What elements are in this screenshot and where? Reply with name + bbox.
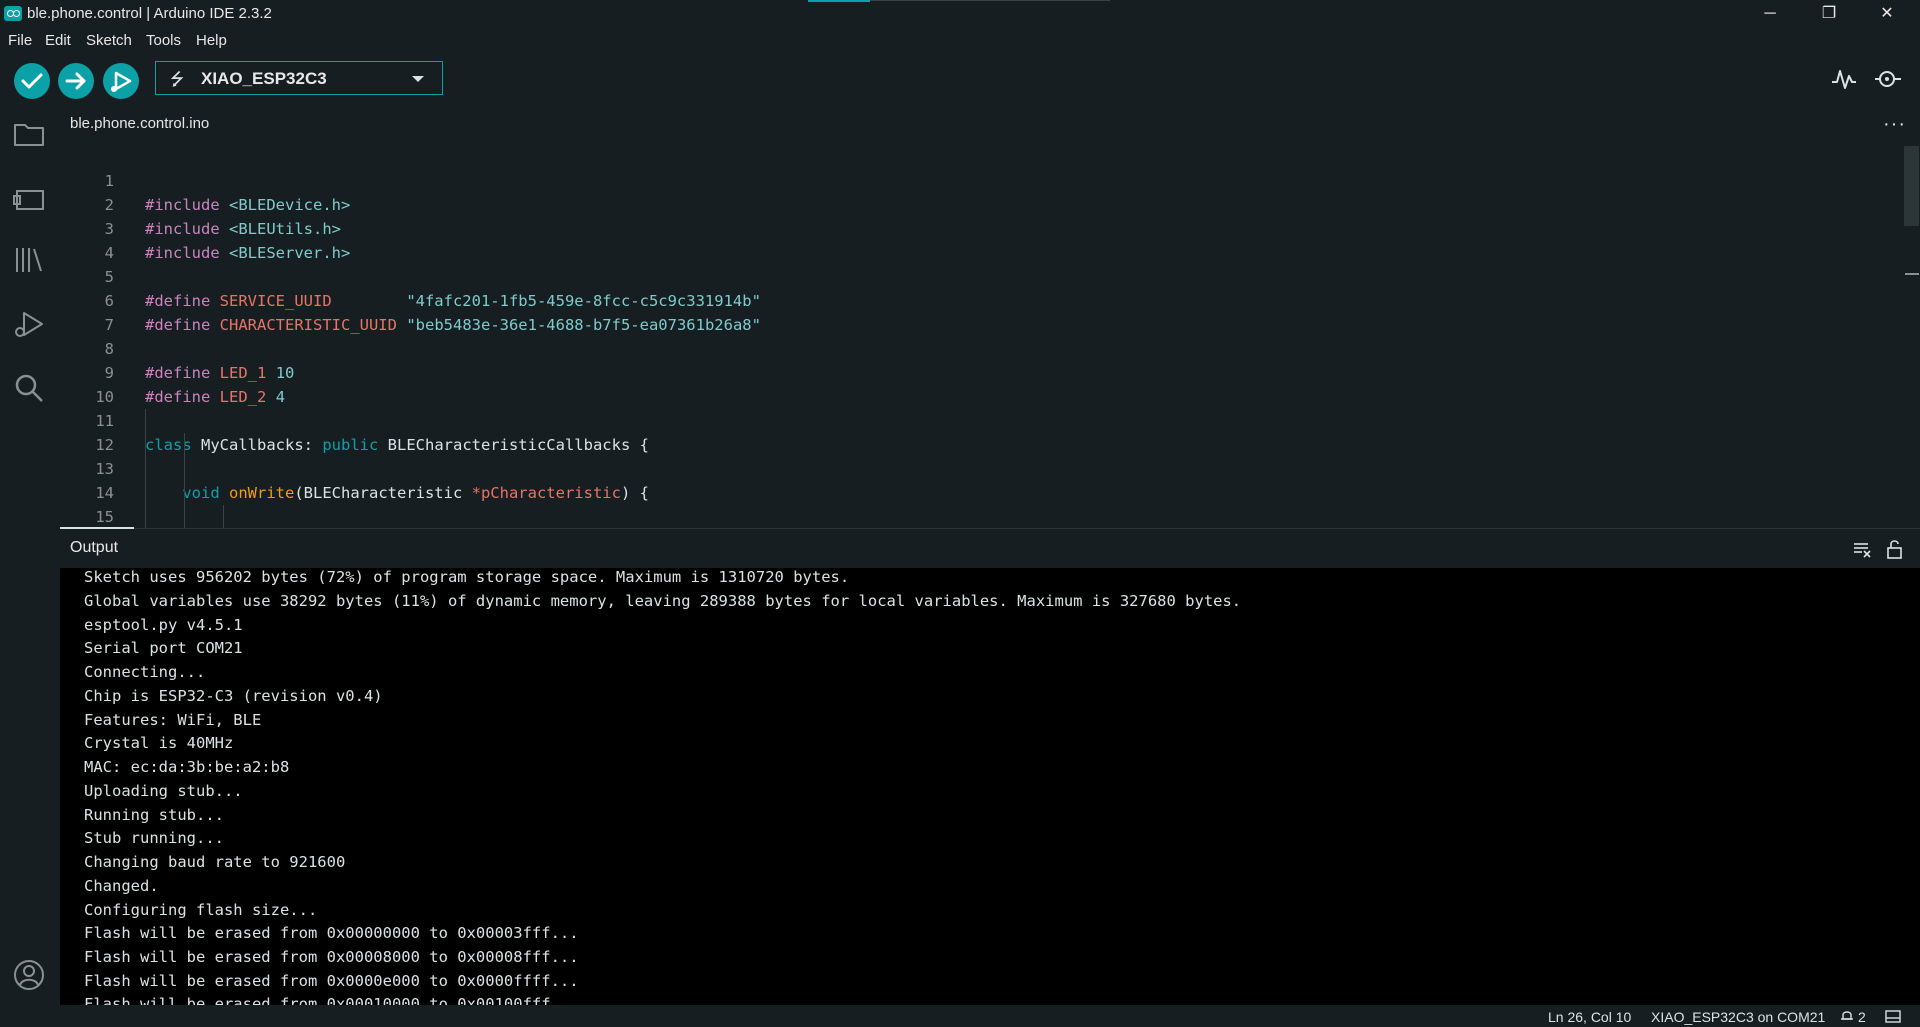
- editor-scrollbar-thumb[interactable]: [1904, 146, 1919, 226]
- output-line: Stub running...: [84, 829, 224, 847]
- bell-icon[interactable]: [1840, 1009, 1854, 1023]
- menu-edit[interactable]: Edit: [45, 32, 71, 49]
- output-console[interactable]: Sketch uses 956202 bytes (72%) of progra…: [60, 568, 1903, 1005]
- more-actions-icon[interactable]: ···: [1883, 113, 1906, 136]
- title-drag-accent: [808, 0, 870, 2]
- editor-scroll-marker: [1905, 273, 1919, 275]
- output-line: Changing baud rate to 921600: [84, 853, 346, 871]
- tab-ble-phone-control[interactable]: ble.phone.control.ino: [60, 103, 219, 143]
- menu-file[interactable]: File: [8, 32, 32, 49]
- output-line: Flash will be erased from 0x0000e000 to …: [84, 972, 579, 990]
- usb-icon: ⭍: [170, 70, 185, 89]
- title-drag-line: [870, 0, 1110, 1]
- search-icon[interactable]: [12, 371, 46, 405]
- arrow-right-icon: [65, 72, 86, 90]
- library-icon[interactable]: [12, 243, 46, 277]
- output-title: Output: [70, 539, 119, 556]
- code-line: 5 #define SERVICE_UUID "4fafc201-1fb5-45…: [104, 268, 761, 310]
- menu-help[interactable]: Help: [196, 32, 227, 49]
- output-line: MAC: ec:da:3b:be:a2:b8: [84, 758, 290, 776]
- board-selector[interactable]: ⭍ XIAO_ESP32C3: [155, 61, 443, 95]
- clear-output-icon[interactable]: [1852, 539, 1872, 559]
- code-line: 4: [104, 244, 114, 262]
- output-line: Serial port COM21: [84, 639, 243, 657]
- debug-button[interactable]: [103, 63, 139, 99]
- verify-button[interactable]: [14, 63, 50, 99]
- output-line: Running stub...: [84, 806, 224, 824]
- code-line: 3 #include <BLEServer.h>: [104, 220, 351, 262]
- board-manager-icon[interactable]: [12, 182, 46, 216]
- folder-icon[interactable]: [12, 117, 46, 151]
- output-line: Chip is ESP32-C3 (revision v0.4): [84, 687, 383, 705]
- check-icon: [21, 73, 43, 89]
- close-button[interactable]: ✕: [1864, 0, 1910, 29]
- board-port-status[interactable]: XIAO_ESP32C3 on COM21: [1651, 1009, 1825, 1025]
- minimize-button[interactable]: ─: [1747, 0, 1793, 29]
- restore-button[interactable]: ❐: [1806, 0, 1852, 29]
- debug-play-icon: [111, 71, 132, 92]
- code-line: 8 #define LED_1 10: [104, 340, 295, 382]
- code-line: 1 #include <BLEDevice.h>: [104, 172, 351, 214]
- toggle-panel-icon[interactable]: [1885, 1010, 1901, 1023]
- code-line: 12 void onWrite(BLECharacteristic *pChar…: [60, 409, 1860, 502]
- output-line: Configuring flash size...: [84, 901, 318, 919]
- output-line: Flash will be erased from 0x00010000 to …: [84, 995, 579, 1005]
- code-line: 11 class MyCallbacks: public BLECharacte…: [95, 412, 649, 454]
- output-line: Uploading stub...: [84, 782, 243, 800]
- notification-count: 2: [1858, 1009, 1866, 1025]
- unlock-icon[interactable]: [1885, 539, 1905, 559]
- activity-sidebar: [0, 103, 60, 1005]
- output-line: Crystal is 40MHz: [84, 734, 234, 752]
- output-line: Global variables use 38292 bytes (11%) o…: [84, 592, 1242, 610]
- chevron-down-icon: [412, 76, 424, 82]
- code-line: 9 #define LED_2 4: [104, 364, 286, 406]
- code-line: 2 #include <BLEUtils.h>: [104, 196, 341, 238]
- code-line: 15 if (value.length() > 0) {: [60, 481, 1860, 526]
- output-line: esptool.py v4.5.1: [84, 616, 243, 634]
- board-name: XIAO_ESP32C3: [201, 69, 327, 88]
- output-line: Flash will be erased from 0x00008000 to …: [84, 948, 579, 966]
- editor-tab-bar: ble.phone.control.ino ···: [60, 103, 1920, 143]
- code-editor[interactable]: 1 #include <BLEDevice.h> 2 #include <BLE…: [60, 143, 1903, 528]
- menu-tools[interactable]: Tools: [146, 32, 181, 49]
- code-line: 14: [60, 457, 1860, 502]
- status-bar: Ln 26, Col 10 XIAO_ESP32C3 on COM21 2: [0, 1005, 1920, 1027]
- code-line: 7: [104, 316, 114, 334]
- output-line: Features: WiFi, BLE: [84, 711, 262, 729]
- code-line: 6 #define CHARACTERISTIC_UUID "beb5483e-…: [104, 292, 761, 334]
- output-line: Sketch uses 956202 bytes (72%) of progra…: [84, 568, 850, 586]
- serial-plotter-button[interactable]: [1830, 66, 1858, 92]
- code-line: 16 Serial.println("Received message: ");: [60, 505, 1860, 528]
- account-icon[interactable]: [12, 958, 46, 992]
- menu-sketch[interactable]: Sketch: [86, 32, 132, 49]
- code-line: 10: [95, 388, 114, 406]
- arduino-logo-icon: [4, 6, 22, 21]
- cursor-position[interactable]: Ln 26, Col 10: [1548, 1009, 1631, 1025]
- debug-icon[interactable]: [12, 308, 46, 342]
- title-bar: ble.phone.control | Arduino IDE 2.3.2 ─ …: [0, 0, 1920, 29]
- upload-button[interactable]: [58, 63, 94, 99]
- output-line: Flash will be erased from 0x00000000 to …: [84, 924, 579, 942]
- output-scrollbar[interactable]: [1903, 568, 1920, 1005]
- window-title: ble.phone.control | Arduino IDE 2.3.2: [27, 5, 272, 22]
- code-line: 13 std::string value = pCharacteristic->…: [60, 433, 1860, 478]
- output-line: Changed.: [84, 877, 159, 895]
- menu-bar: File Edit Sketch Tools Help: [0, 29, 1920, 53]
- tab-label: ble.phone.control.ino: [70, 115, 210, 132]
- output-line: Connecting...: [84, 663, 206, 681]
- output-header: Output: [60, 529, 1920, 568]
- serial-monitor-button[interactable]: [1874, 66, 1902, 92]
